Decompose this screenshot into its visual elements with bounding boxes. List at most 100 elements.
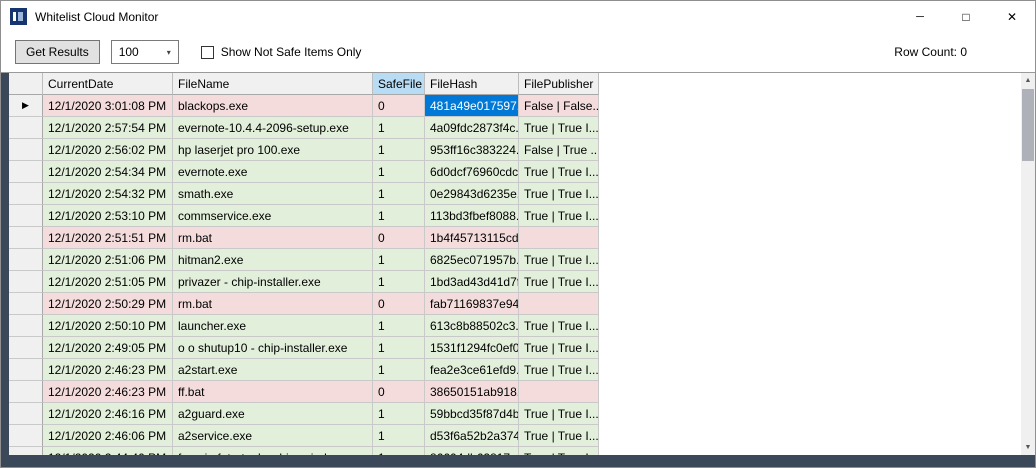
- cell-file[interactable]: rm.bat: [173, 293, 373, 315]
- cell-date[interactable]: 12/1/2020 2:54:34 PM: [43, 161, 173, 183]
- row-selector[interactable]: [9, 139, 43, 161]
- cell-hash[interactable]: d53f6a52b2a374...: [425, 425, 519, 447]
- cell-date[interactable]: 12/1/2020 2:50:10 PM: [43, 315, 173, 337]
- row-selector[interactable]: [9, 161, 43, 183]
- cell-hash[interactable]: 613c8b88502c3...: [425, 315, 519, 337]
- cell-file[interactable]: launcher.exe: [173, 315, 373, 337]
- cell-safe[interactable]: 1: [373, 425, 425, 447]
- cell-date[interactable]: 12/1/2020 2:51:06 PM: [43, 249, 173, 271]
- cell-file[interactable]: a2start.exe: [173, 359, 373, 381]
- cell-safe[interactable]: 0: [373, 95, 425, 117]
- scrollbar-thumb[interactable]: [1022, 89, 1034, 161]
- row-selector[interactable]: [9, 403, 43, 425]
- table-row[interactable]: ▶12/1/2020 3:01:08 PMblackops.exe0481a49…: [9, 95, 1021, 117]
- cell-file[interactable]: evernote.exe: [173, 161, 373, 183]
- cell-publisher[interactable]: True | True I...: [519, 337, 599, 359]
- cell-file[interactable]: smath.exe: [173, 183, 373, 205]
- cell-safe[interactable]: 1: [373, 447, 425, 455]
- cell-date[interactable]: 12/1/2020 3:01:08 PM: [43, 95, 173, 117]
- cell-safe[interactable]: 1: [373, 271, 425, 293]
- row-selector[interactable]: ▶: [9, 95, 43, 117]
- row-selector[interactable]: [9, 117, 43, 139]
- cell-safe[interactable]: 1: [373, 249, 425, 271]
- cell-publisher[interactable]: False | True ...: [519, 139, 599, 161]
- cell-date[interactable]: 12/1/2020 2:56:02 PM: [43, 139, 173, 161]
- row-selector[interactable]: [9, 227, 43, 249]
- cell-hash[interactable]: 59bbcd35f87d4b...: [425, 403, 519, 425]
- column-header-currentdate[interactable]: CurrentDate: [43, 73, 173, 95]
- column-header-filepublisher[interactable]: FilePublisher: [519, 73, 599, 95]
- cell-publisher[interactable]: True | True I...: [519, 315, 599, 337]
- cell-hash[interactable]: 113bd3fbef8088...: [425, 205, 519, 227]
- cell-file[interactable]: privazer - chip-installer.exe: [173, 271, 373, 293]
- row-selector[interactable]: [9, 447, 43, 455]
- select-all-header[interactable]: [9, 73, 43, 95]
- row-selector[interactable]: [9, 249, 43, 271]
- cell-file[interactable]: hp laserjet pro 100.exe: [173, 139, 373, 161]
- cell-safe[interactable]: 1: [373, 183, 425, 205]
- cell-file[interactable]: evernote-10.4.4-2096-setup.exe: [173, 117, 373, 139]
- table-row[interactable]: 12/1/2020 2:50:29 PMrm.bat0fab71169837e9…: [9, 293, 1021, 315]
- table-row[interactable]: 12/1/2020 2:51:51 PMrm.bat01b4f45713115c…: [9, 227, 1021, 249]
- cell-publisher[interactable]: True | True I...: [519, 359, 599, 381]
- minimize-button[interactable]: ─: [897, 1, 943, 32]
- scroll-down-icon[interactable]: ▼: [1021, 440, 1035, 455]
- cell-safe[interactable]: 1: [373, 205, 425, 227]
- table-row[interactable]: 12/1/2020 2:57:54 PMevernote-10.4.4-2096…: [9, 117, 1021, 139]
- row-selector[interactable]: [9, 381, 43, 403]
- cell-safe[interactable]: 1: [373, 139, 425, 161]
- cell-date[interactable]: 12/1/2020 2:53:10 PM: [43, 205, 173, 227]
- cell-publisher[interactable]: [519, 293, 599, 315]
- cell-publisher[interactable]: True | True I...: [519, 161, 599, 183]
- cell-hash[interactable]: 4a09fdc2873f4c...: [425, 117, 519, 139]
- row-selector[interactable]: [9, 425, 43, 447]
- cell-hash[interactable]: 953ff16c383224...: [425, 139, 519, 161]
- cell-hash[interactable]: 38650151ab918...: [425, 381, 519, 403]
- app-icon[interactable]: [10, 8, 27, 25]
- scroll-up-icon[interactable]: ▲: [1021, 73, 1035, 88]
- table-row[interactable]: 12/1/2020 2:44:40 PMfranzis-foto-tools_c…: [9, 447, 1021, 455]
- cell-safe[interactable]: 1: [373, 403, 425, 425]
- cell-safe[interactable]: 1: [373, 161, 425, 183]
- cell-date[interactable]: 12/1/2020 2:46:23 PM: [43, 381, 173, 403]
- cell-file[interactable]: o o shutup10 - chip-installer.exe: [173, 337, 373, 359]
- cell-hash[interactable]: 1bd3ad43d41d7f...: [425, 271, 519, 293]
- cell-hash[interactable]: 1531f1294fc0ef0...: [425, 337, 519, 359]
- table-row[interactable]: 12/1/2020 2:50:10 PMlauncher.exe1613c8b8…: [9, 315, 1021, 337]
- cell-file[interactable]: rm.bat: [173, 227, 373, 249]
- vertical-scrollbar[interactable]: ▲ ▼: [1021, 73, 1035, 455]
- cell-date[interactable]: 12/1/2020 2:46:16 PM: [43, 403, 173, 425]
- cell-publisher[interactable]: [519, 381, 599, 403]
- cell-publisher[interactable]: True | True I...: [519, 183, 599, 205]
- table-row[interactable]: 12/1/2020 2:46:23 PMff.bat038650151ab918…: [9, 381, 1021, 403]
- maximize-button[interactable]: □: [943, 1, 989, 32]
- cell-safe[interactable]: 0: [373, 381, 425, 403]
- table-row[interactable]: 12/1/2020 2:46:23 PMa2start.exe1fea2e3ce…: [9, 359, 1021, 381]
- cell-file[interactable]: a2guard.exe: [173, 403, 373, 425]
- cell-publisher[interactable]: True | True I...: [519, 117, 599, 139]
- column-header-filehash[interactable]: FileHash: [425, 73, 519, 95]
- show-not-safe-checkbox[interactable]: [201, 46, 214, 59]
- cell-file[interactable]: franzis-foto-tools_chip_winde.exe: [173, 447, 373, 455]
- cell-hash[interactable]: fab71169837e94...: [425, 293, 519, 315]
- cell-date[interactable]: 12/1/2020 2:50:29 PM: [43, 293, 173, 315]
- result-limit-combobox[interactable]: 100 ▾: [111, 40, 179, 64]
- cell-date[interactable]: 12/1/2020 2:57:54 PM: [43, 117, 173, 139]
- cell-safe[interactable]: 1: [373, 315, 425, 337]
- cell-date[interactable]: 12/1/2020 2:44:40 PM: [43, 447, 173, 455]
- table-row[interactable]: 12/1/2020 2:51:06 PMhitman2.exe16825ec07…: [9, 249, 1021, 271]
- table-row[interactable]: 12/1/2020 2:53:10 PMcommservice.exe1113b…: [9, 205, 1021, 227]
- column-header-safefile[interactable]: SafeFile: [373, 73, 425, 95]
- cell-file[interactable]: hitman2.exe: [173, 249, 373, 271]
- cell-hash[interactable]: 6d0dcf76960cdc...: [425, 161, 519, 183]
- column-header-filename[interactable]: FileName: [173, 73, 373, 95]
- row-selector[interactable]: [9, 315, 43, 337]
- row-selector[interactable]: [9, 205, 43, 227]
- cell-safe[interactable]: 1: [373, 337, 425, 359]
- cell-file[interactable]: blackops.exe: [173, 95, 373, 117]
- table-row[interactable]: 12/1/2020 2:46:16 PMa2guard.exe159bbcd35…: [9, 403, 1021, 425]
- cell-file[interactable]: ff.bat: [173, 381, 373, 403]
- cell-publisher[interactable]: True | True I...: [519, 249, 599, 271]
- cell-date[interactable]: 12/1/2020 2:51:05 PM: [43, 271, 173, 293]
- cell-publisher[interactable]: False | False...: [519, 95, 599, 117]
